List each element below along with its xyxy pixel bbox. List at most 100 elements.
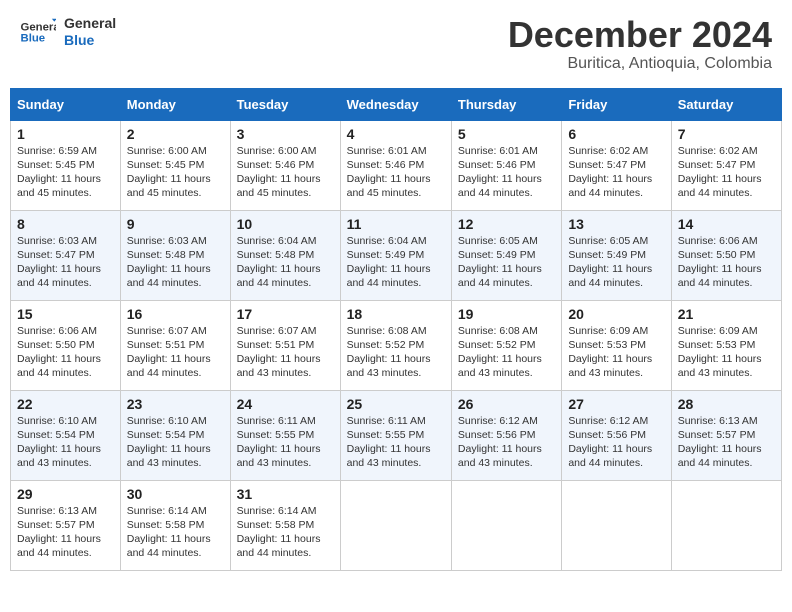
cell-info: Sunrise: 6:14 AM Sunset: 5:58 PM Dayligh…	[127, 504, 224, 561]
daylight-label: Daylight: 11 hours and 43 minutes.	[347, 353, 431, 379]
cell-info: Sunrise: 6:11 AM Sunset: 5:55 PM Dayligh…	[347, 414, 445, 471]
calendar-cell	[671, 480, 781, 570]
sunrise-label: Sunrise: 6:00 AM	[237, 145, 317, 157]
sunrise-label: Sunrise: 6:02 AM	[568, 145, 648, 157]
header-day-wednesday: Wednesday	[340, 88, 451, 120]
day-number: 28	[678, 396, 775, 412]
sunset-label: Sunset: 5:56 PM	[458, 429, 536, 441]
calendar-cell: 15 Sunrise: 6:06 AM Sunset: 5:50 PM Dayl…	[11, 300, 121, 390]
daylight-label: Daylight: 11 hours and 43 minutes.	[568, 353, 652, 379]
daylight-label: Daylight: 11 hours and 44 minutes.	[17, 353, 101, 379]
sunset-label: Sunset: 5:54 PM	[17, 429, 95, 441]
sunrise-label: Sunrise: 6:00 AM	[127, 145, 207, 157]
cell-info: Sunrise: 6:07 AM Sunset: 5:51 PM Dayligh…	[237, 324, 334, 381]
daylight-label: Daylight: 11 hours and 45 minutes.	[17, 173, 101, 199]
calendar-cell: 26 Sunrise: 6:12 AM Sunset: 5:56 PM Dayl…	[451, 390, 561, 480]
week-row-4: 22 Sunrise: 6:10 AM Sunset: 5:54 PM Dayl…	[11, 390, 782, 480]
sunset-label: Sunset: 5:57 PM	[678, 429, 756, 441]
calendar-cell: 7 Sunrise: 6:02 AM Sunset: 5:47 PM Dayli…	[671, 120, 781, 210]
cell-info: Sunrise: 6:03 AM Sunset: 5:47 PM Dayligh…	[17, 234, 114, 291]
calendar-cell: 2 Sunrise: 6:00 AM Sunset: 5:45 PM Dayli…	[120, 120, 230, 210]
calendar-header-row: SundayMondayTuesdayWednesdayThursdayFrid…	[11, 88, 782, 120]
calendar-cell: 30 Sunrise: 6:14 AM Sunset: 5:58 PM Dayl…	[120, 480, 230, 570]
calendar-cell: 22 Sunrise: 6:10 AM Sunset: 5:54 PM Dayl…	[11, 390, 121, 480]
sunset-label: Sunset: 5:49 PM	[568, 249, 646, 261]
day-number: 23	[127, 396, 224, 412]
daylight-label: Daylight: 11 hours and 43 minutes.	[237, 443, 321, 469]
calendar-cell: 8 Sunrise: 6:03 AM Sunset: 5:47 PM Dayli…	[11, 210, 121, 300]
day-number: 24	[237, 396, 334, 412]
calendar-cell: 12 Sunrise: 6:05 AM Sunset: 5:49 PM Dayl…	[451, 210, 561, 300]
calendar-cell: 3 Sunrise: 6:00 AM Sunset: 5:46 PM Dayli…	[230, 120, 340, 210]
sunset-label: Sunset: 5:46 PM	[237, 159, 315, 171]
sunset-label: Sunset: 5:47 PM	[568, 159, 646, 171]
cell-info: Sunrise: 6:04 AM Sunset: 5:49 PM Dayligh…	[347, 234, 445, 291]
day-number: 29	[17, 486, 114, 502]
cell-info: Sunrise: 6:12 AM Sunset: 5:56 PM Dayligh…	[458, 414, 555, 471]
sunrise-label: Sunrise: 6:14 AM	[237, 505, 317, 517]
sunset-label: Sunset: 5:47 PM	[17, 249, 95, 261]
cell-info: Sunrise: 6:08 AM Sunset: 5:52 PM Dayligh…	[458, 324, 555, 381]
day-number: 19	[458, 306, 555, 322]
day-number: 11	[347, 216, 445, 232]
cell-info: Sunrise: 6:08 AM Sunset: 5:52 PM Dayligh…	[347, 324, 445, 381]
sunrise-label: Sunrise: 6:09 AM	[568, 325, 648, 337]
day-number: 8	[17, 216, 114, 232]
sunset-label: Sunset: 5:58 PM	[127, 519, 205, 531]
day-number: 15	[17, 306, 114, 322]
sunset-label: Sunset: 5:52 PM	[458, 339, 536, 351]
cell-info: Sunrise: 6:01 AM Sunset: 5:46 PM Dayligh…	[458, 144, 555, 201]
sunset-label: Sunset: 5:55 PM	[347, 429, 425, 441]
calendar-cell: 24 Sunrise: 6:11 AM Sunset: 5:55 PM Dayl…	[230, 390, 340, 480]
calendar-cell: 27 Sunrise: 6:12 AM Sunset: 5:56 PM Dayl…	[562, 390, 671, 480]
daylight-label: Daylight: 11 hours and 44 minutes.	[17, 533, 101, 559]
calendar-cell: 13 Sunrise: 6:05 AM Sunset: 5:49 PM Dayl…	[562, 210, 671, 300]
daylight-label: Daylight: 11 hours and 45 minutes.	[347, 173, 431, 199]
day-number: 25	[347, 396, 445, 412]
calendar-cell: 18 Sunrise: 6:08 AM Sunset: 5:52 PM Dayl…	[340, 300, 451, 390]
svg-text:General: General	[21, 21, 57, 33]
header-day-tuesday: Tuesday	[230, 88, 340, 120]
calendar-cell: 5 Sunrise: 6:01 AM Sunset: 5:46 PM Dayli…	[451, 120, 561, 210]
calendar-cell: 28 Sunrise: 6:13 AM Sunset: 5:57 PM Dayl…	[671, 390, 781, 480]
daylight-label: Daylight: 11 hours and 44 minutes.	[17, 263, 101, 289]
calendar-cell: 11 Sunrise: 6:04 AM Sunset: 5:49 PM Dayl…	[340, 210, 451, 300]
sunrise-label: Sunrise: 6:06 AM	[17, 325, 97, 337]
day-number: 4	[347, 126, 445, 142]
header-day-friday: Friday	[562, 88, 671, 120]
daylight-label: Daylight: 11 hours and 43 minutes.	[458, 353, 542, 379]
daylight-label: Daylight: 11 hours and 43 minutes.	[237, 353, 321, 379]
page-header: General Blue General Blue December 2024 …	[10, 10, 782, 78]
sunrise-label: Sunrise: 6:03 AM	[17, 235, 97, 247]
cell-info: Sunrise: 6:03 AM Sunset: 5:48 PM Dayligh…	[127, 234, 224, 291]
month-title: December 2024	[508, 15, 772, 55]
calendar-cell: 23 Sunrise: 6:10 AM Sunset: 5:54 PM Dayl…	[120, 390, 230, 480]
cell-info: Sunrise: 6:13 AM Sunset: 5:57 PM Dayligh…	[17, 504, 114, 561]
sunrise-label: Sunrise: 6:05 AM	[458, 235, 538, 247]
sunset-label: Sunset: 5:53 PM	[678, 339, 756, 351]
sunset-label: Sunset: 5:45 PM	[127, 159, 205, 171]
daylight-label: Daylight: 11 hours and 43 minutes.	[347, 443, 431, 469]
daylight-label: Daylight: 11 hours and 44 minutes.	[127, 263, 211, 289]
daylight-label: Daylight: 11 hours and 44 minutes.	[678, 263, 762, 289]
sunset-label: Sunset: 5:49 PM	[458, 249, 536, 261]
sunrise-label: Sunrise: 6:13 AM	[678, 415, 758, 427]
calendar-body: 1 Sunrise: 6:59 AM Sunset: 5:45 PM Dayli…	[11, 120, 782, 570]
calendar-cell: 4 Sunrise: 6:01 AM Sunset: 5:46 PM Dayli…	[340, 120, 451, 210]
day-number: 1	[17, 126, 114, 142]
cell-info: Sunrise: 6:06 AM Sunset: 5:50 PM Dayligh…	[17, 324, 114, 381]
sunrise-label: Sunrise: 6:02 AM	[678, 145, 758, 157]
calendar-cell: 20 Sunrise: 6:09 AM Sunset: 5:53 PM Dayl…	[562, 300, 671, 390]
cell-info: Sunrise: 6:02 AM Sunset: 5:47 PM Dayligh…	[678, 144, 775, 201]
sunrise-label: Sunrise: 6:07 AM	[237, 325, 317, 337]
daylight-label: Daylight: 11 hours and 44 minutes.	[458, 263, 542, 289]
daylight-label: Daylight: 11 hours and 44 minutes.	[678, 443, 762, 469]
day-number: 13	[568, 216, 664, 232]
header-day-sunday: Sunday	[11, 88, 121, 120]
cell-info: Sunrise: 6:01 AM Sunset: 5:46 PM Dayligh…	[347, 144, 445, 201]
calendar-cell: 10 Sunrise: 6:04 AM Sunset: 5:48 PM Dayl…	[230, 210, 340, 300]
sunset-label: Sunset: 5:47 PM	[678, 159, 756, 171]
sunrise-label: Sunrise: 6:03 AM	[127, 235, 207, 247]
sunrise-label: Sunrise: 6:59 AM	[17, 145, 97, 157]
sunset-label: Sunset: 5:49 PM	[347, 249, 425, 261]
